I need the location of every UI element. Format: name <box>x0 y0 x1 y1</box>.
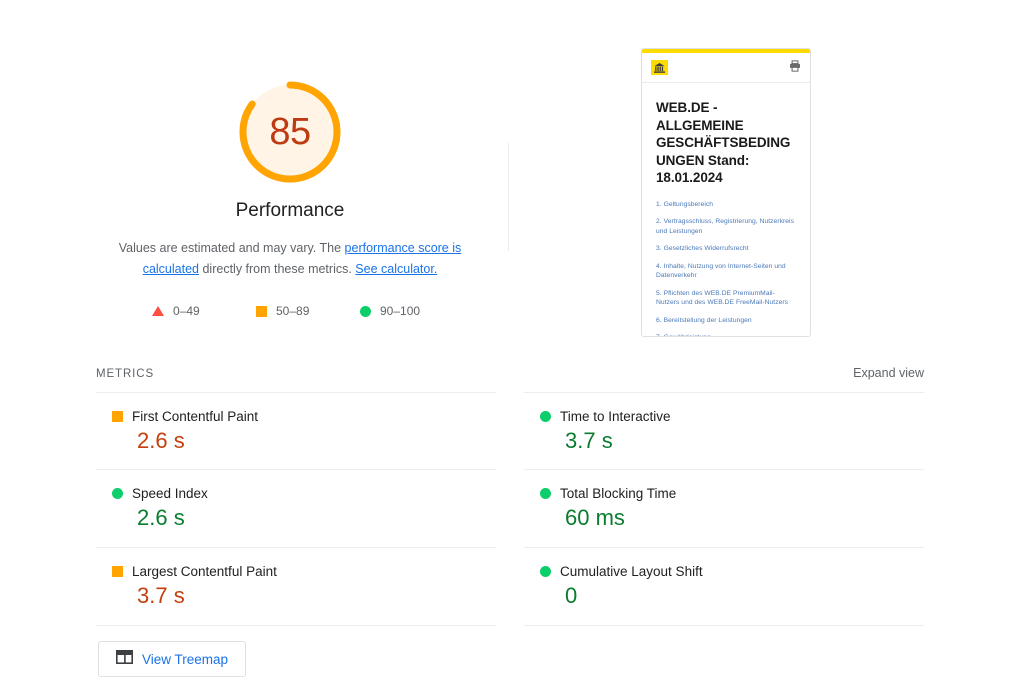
metrics-header: METRICS Expand view <box>96 366 924 380</box>
metric-name: Time to Interactive <box>560 409 671 424</box>
metric-header: Cumulative Layout Shift <box>524 564 924 579</box>
square-icon <box>112 566 123 577</box>
legend-label-pass: 90–100 <box>380 304 421 318</box>
metric-value: 2.6 s <box>137 505 185 530</box>
metric-header: Total Blocking Time <box>524 486 924 501</box>
description-prefix: Values are estimated and may vary. The <box>118 241 345 255</box>
table-row[interactable]: Speed Index 2.6 s <box>96 470 496 548</box>
table-row[interactable]: Time to Interactive 3.7 s <box>524 392 924 470</box>
list-item: 1. Geltungsbereich <box>656 200 714 208</box>
metric-name: Speed Index <box>132 486 208 501</box>
legend-label-average: 50–89 <box>276 304 310 318</box>
page-screenshot-thumbnail[interactable]: WEB.DE - ALLGEMEINE GESCHÄFTSBEDING UNGE… <box>641 48 811 337</box>
thumbnail-title: WEB.DE - ALLGEMEINE GESCHÄFTSBEDING UNGE… <box>656 100 791 185</box>
circle-icon <box>540 488 551 499</box>
metrics-column-left: First Contentful Paint 2.6 s Speed Index… <box>96 392 496 626</box>
thumbnail-header <box>642 53 810 83</box>
metric-name: Cumulative Layout Shift <box>560 564 703 579</box>
webde-logo-glyph <box>654 62 665 73</box>
printer-icon[interactable] <box>789 59 801 77</box>
metric-header: Speed Index <box>96 486 496 501</box>
circle-icon <box>540 411 551 422</box>
webde-logo-icon <box>651 60 668 75</box>
legend-item-pass: 90–100 <box>342 304 446 318</box>
expand-view-toggle[interactable]: Expand view <box>853 366 924 380</box>
list-item: 2. Vertragsschluss, Registrierung, Nutze… <box>656 218 794 235</box>
table-row[interactable]: Largest Contentful Paint 3.7 s <box>96 548 496 626</box>
metric-name: Largest Contentful Paint <box>132 564 277 579</box>
circle-icon <box>360 305 371 317</box>
triangle-icon <box>152 306 164 316</box>
thumbnail-link-list: 1. Geltungsbereich 2. Vertragsschluss, R… <box>656 200 796 337</box>
circle-icon <box>112 488 123 499</box>
thumbnail-body: WEB.DE - ALLGEMEINE GESCHÄFTSBEDING UNGE… <box>642 83 810 337</box>
score-legend: 0–49 50–89 90–100 <box>96 304 484 318</box>
metric-name: First Contentful Paint <box>132 409 259 424</box>
table-row[interactable]: First Contentful Paint 2.6 s <box>96 392 496 470</box>
list-item: 4. Inhalte, Nutzung von Internet-Seiten … <box>656 262 786 280</box>
metric-value: 60 ms <box>565 505 625 530</box>
metrics-grid: First Contentful Paint 2.6 s Speed Index… <box>96 392 924 626</box>
square-icon <box>112 411 123 422</box>
metric-header: Largest Contentful Paint <box>96 564 496 579</box>
list-item: 3. Gesetzliches Widerrufsrecht <box>656 245 749 252</box>
circle-icon <box>540 566 551 577</box>
treemap-icon <box>115 649 133 669</box>
metric-header: First Contentful Paint <box>96 409 496 424</box>
list-item: 5. Pflichten des WEB.DE PremiumMail-Nutz… <box>656 289 789 307</box>
metric-value: 3.7 s <box>565 428 613 453</box>
score-category-title: Performance <box>235 200 345 221</box>
metric-value: 3.7 s <box>137 583 185 608</box>
metric-value: 0 <box>565 583 578 608</box>
see-calculator-link[interactable]: See calculator. <box>355 262 437 276</box>
performance-score-block: 85 Performance Values are estimated and … <box>96 60 484 318</box>
printer-glyph <box>790 59 800 72</box>
table-row[interactable]: Cumulative Layout Shift 0 <box>524 548 924 626</box>
metrics-column-right: Time to Interactive 3.7 s Total Blocking… <box>524 392 924 626</box>
vertical-divider <box>508 143 509 251</box>
metric-name: Total Blocking Time <box>560 486 677 501</box>
square-icon <box>256 305 267 317</box>
treemap-glyph <box>115 649 133 664</box>
score-description: Values are estimated and may vary. The p… <box>96 238 484 280</box>
score-value: 85 <box>269 111 311 153</box>
table-row[interactable]: Total Blocking Time 60 ms <box>524 470 924 548</box>
metric-value: 2.6 s <box>137 428 185 453</box>
view-treemap-label: View Treemap <box>141 651 229 667</box>
list-item: 7. Gewährleistung <box>656 333 796 336</box>
metrics-section-label: METRICS <box>96 368 155 380</box>
legend-item-average: 50–89 <box>238 304 342 318</box>
score-region: 85 Performance Values are estimated and … <box>0 0 1024 350</box>
legend-item-fail: 0–49 <box>134 304 238 318</box>
performance-gauge: 85 <box>236 78 344 186</box>
legend-label-fail: 0–49 <box>173 304 200 318</box>
description-middle: directly from these metrics. <box>199 262 356 276</box>
view-treemap-button[interactable]: View Treemap <box>98 641 246 677</box>
list-item: 6. Bereitstellung der Leistungen <box>656 316 752 324</box>
metric-header: Time to Interactive <box>524 409 924 424</box>
